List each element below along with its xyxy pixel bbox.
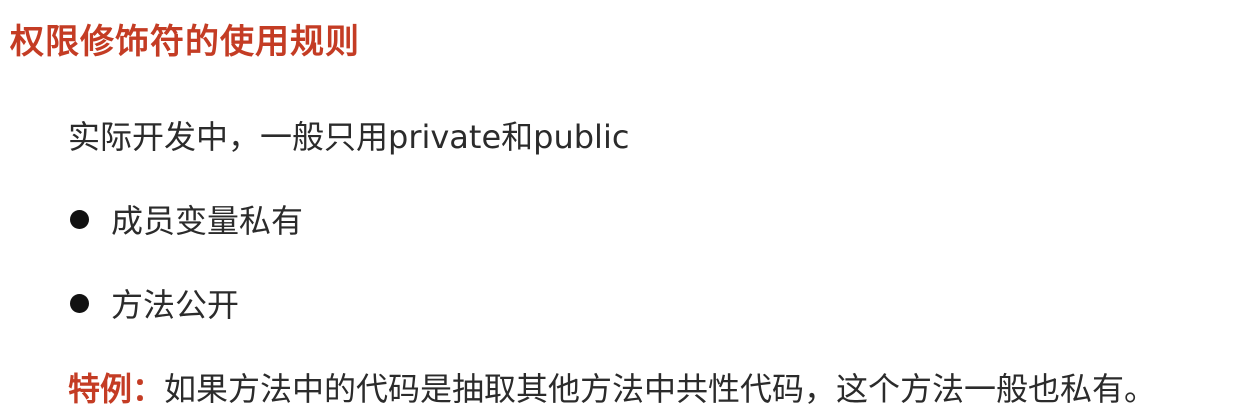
special-case-label: 特例： [68, 370, 165, 408]
bullet-text: 成员变量私有 [111, 202, 304, 240]
bullet-item-methods: 方法公开 [68, 280, 239, 326]
bullet-text: 方法公开 [111, 286, 240, 324]
bullet-dot-icon [70, 209, 89, 229]
special-case-note: 特例：如果方法中的代码是抽取其他方法中共性代码，这个方法一般也私有。 [68, 364, 1156, 410]
bullet-dot-icon [70, 293, 89, 313]
special-case-text: 如果方法中的代码是抽取其他方法中共性代码，这个方法一般也私有。 [164, 370, 1157, 408]
intro-text: 实际开发中，一般只用private和public [68, 118, 630, 156]
page-title: 权限修饰符的使用规则 [10, 22, 360, 62]
bullet-item-member-variables: 成员变量私有 [68, 196, 303, 242]
